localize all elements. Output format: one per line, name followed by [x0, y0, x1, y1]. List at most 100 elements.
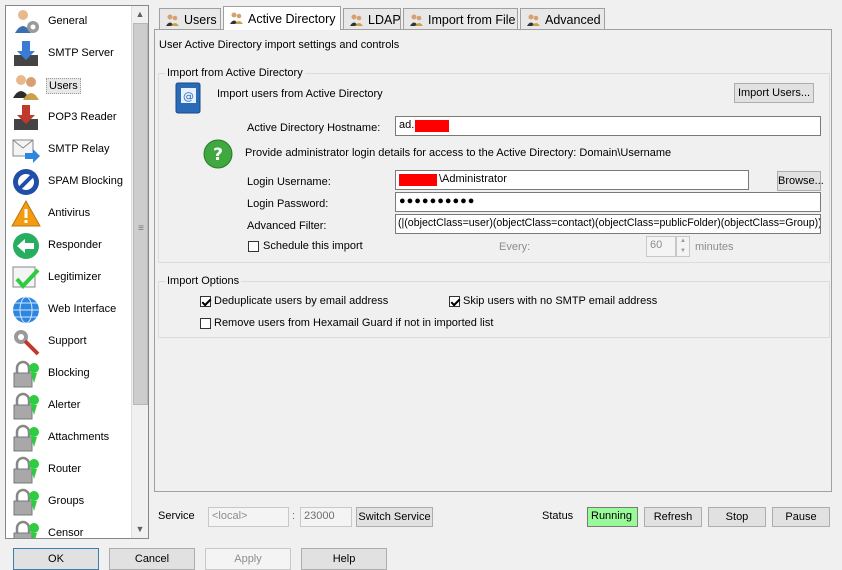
login-password-input[interactable]: ●●●●●●●●●●: [395, 192, 821, 212]
sidebar-item-smtp-server[interactable]: SMTP Server: [6, 38, 134, 70]
sidebar-item-label: SPAM Blocking: [48, 175, 123, 187]
sidebar-item-label: Groups: [48, 495, 85, 507]
password-value: ●●●●●●●●●●: [399, 195, 476, 207]
advanced-filter-label: Advanced Filter:: [247, 220, 327, 232]
sidebar-item-label: SMTP Server: [48, 47, 114, 59]
sidebar-item-alerter[interactable]: Alerter: [6, 390, 134, 422]
remove-users-checkbox[interactable]: [200, 318, 211, 329]
port-separator: :: [292, 510, 296, 522]
apply-button[interactable]: Apply: [205, 548, 291, 570]
tab-import-from-file[interactable]: Import from File: [403, 8, 518, 29]
sidebar[interactable]: General SMTP Server Users POP3 Reader SM…: [5, 5, 149, 539]
sidebar-item-responder[interactable]: Responder: [6, 230, 134, 262]
sidebar-scrollbar[interactable]: ▲ ≡ ▼: [131, 6, 148, 538]
grip-icon: ≡: [138, 223, 144, 234]
ok-button[interactable]: OK: [13, 548, 99, 570]
deduplicate-label: Deduplicate users by email address: [214, 295, 389, 307]
download-tray-icon: [14, 41, 38, 66]
browse-button[interactable]: Browse...: [777, 171, 824, 191]
sidebar-item-label: Responder: [48, 239, 102, 251]
hostname-input[interactable]: ad.: [395, 116, 821, 136]
users-icon: [230, 12, 243, 24]
sidebar-item-users[interactable]: Users: [6, 70, 134, 102]
sidebar-item-label: Router: [48, 463, 82, 475]
active-directory-panel: User Active Directory import settings an…: [154, 29, 832, 492]
sidebar-item-blocking[interactable]: Blocking: [6, 358, 134, 390]
sidebar-item-antivirus[interactable]: Antivirus: [6, 198, 134, 230]
users-icon: [410, 14, 423, 26]
globe-icon: [13, 296, 39, 324]
login-username-input[interactable]: \Administrator: [395, 170, 749, 190]
skip-no-smtp-checkbox[interactable]: [449, 296, 460, 307]
scrollbar-thumb[interactable]: ≡: [133, 23, 148, 405]
sidebar-item-legitimizer[interactable]: Legitimizer: [6, 262, 134, 294]
users-icon: [13, 75, 39, 100]
advanced-filter-input[interactable]: (|(objectClass=user)(objectClass=contact…: [395, 214, 821, 234]
hostname-label: Active Directory Hostname:: [247, 122, 381, 134]
minutes-label: minutes: [695, 241, 734, 253]
sidebar-item-spam-blocking[interactable]: SPAM Blocking: [6, 166, 134, 198]
redaction-mark: [399, 174, 437, 186]
import-options-group: Import Options Deduplicate users by emai…: [158, 275, 830, 338]
service-host-input[interactable]: <local>: [208, 507, 289, 527]
import-from-ad-group: Import from Active Directory @ Import us…: [158, 67, 830, 263]
import-users-button[interactable]: Import Users...: [734, 83, 814, 103]
status-value: Running: [591, 510, 632, 522]
login-help-text: Provide administrator login details for …: [245, 147, 672, 159]
tab-ldap[interactable]: LDAP: [343, 8, 401, 29]
login-username-label: Login Username:: [247, 176, 331, 188]
sidebar-item-groups[interactable]: Groups: [6, 486, 134, 518]
sidebar-item-label: Users: [46, 78, 81, 94]
sidebar-item-smtp-relay[interactable]: SMTP Relay: [6, 134, 134, 166]
sidebar-item-censor[interactable]: Censor: [6, 518, 134, 539]
spin-up-icon[interactable]: ▲: [677, 237, 689, 246]
lock-icon: [13, 392, 39, 420]
help-button[interactable]: Help: [301, 548, 387, 570]
skip-no-smtp-label: Skip users with no SMTP email address: [463, 295, 658, 307]
sidebar-item-label: Censor: [48, 527, 84, 539]
sidebar-item-label: Legitimizer: [48, 271, 102, 283]
lock-icon: [13, 488, 39, 516]
checkmark-icon: [12, 266, 40, 289]
scroll-down-icon[interactable]: ▼: [132, 521, 148, 537]
status-badge: Running: [587, 507, 638, 527]
cancel-button[interactable]: Cancel: [109, 548, 195, 570]
tab-users[interactable]: Users: [159, 8, 221, 29]
every-interval-input[interactable]: 60: [646, 236, 676, 257]
schedule-import-checkbox[interactable]: [248, 241, 259, 252]
interval-spinner[interactable]: ▲ ▼: [676, 236, 690, 257]
person-gear-icon: [15, 10, 39, 33]
sidebar-item-label: General: [48, 15, 88, 27]
sidebar-item-support[interactable]: Support: [6, 326, 134, 358]
switch-service-button[interactable]: Switch Service: [356, 507, 433, 527]
service-port-input[interactable]: 23000: [300, 507, 352, 527]
lock-icon: [13, 456, 39, 484]
lock-icon: [13, 360, 39, 388]
spin-down-icon[interactable]: ▼: [677, 247, 689, 256]
sidebar-item-router[interactable]: Router: [6, 454, 134, 486]
refresh-button[interactable]: Refresh: [644, 507, 702, 527]
stop-button[interactable]: Stop: [708, 507, 766, 527]
sidebar-item-general[interactable]: General: [6, 6, 134, 38]
pop3-tray-icon: [14, 105, 38, 130]
sidebar-item-attachments[interactable]: Attachments: [6, 422, 134, 454]
tab-advanced[interactable]: Advanced: [520, 8, 605, 29]
tab-active-directory[interactable]: Active Directory: [223, 6, 341, 30]
sidebar-item-label: Attachments: [48, 431, 110, 443]
relay-arrow-icon: [12, 139, 40, 163]
redaction-mark: [415, 120, 449, 132]
sidebar-item-label: Blocking: [48, 367, 90, 379]
sidebar-item-label: POP3 Reader: [48, 111, 117, 123]
sidebar-item-pop3-reader[interactable]: POP3 Reader: [6, 102, 134, 134]
deduplicate-checkbox[interactable]: [200, 296, 211, 307]
service-label: Service: [158, 510, 195, 522]
sidebar-item-web-interface[interactable]: Web Interface: [6, 294, 134, 326]
tools-icon: [14, 330, 40, 356]
panel-description: User Active Directory import settings an…: [159, 39, 400, 51]
lock-icon: [13, 520, 39, 538]
login-password-label: Login Password:: [247, 198, 329, 210]
scroll-up-icon[interactable]: ▲: [132, 6, 148, 22]
pause-button[interactable]: Pause: [772, 507, 830, 527]
schedule-import-label: Schedule this import: [263, 240, 363, 252]
hostname-value: ad.: [399, 119, 415, 131]
